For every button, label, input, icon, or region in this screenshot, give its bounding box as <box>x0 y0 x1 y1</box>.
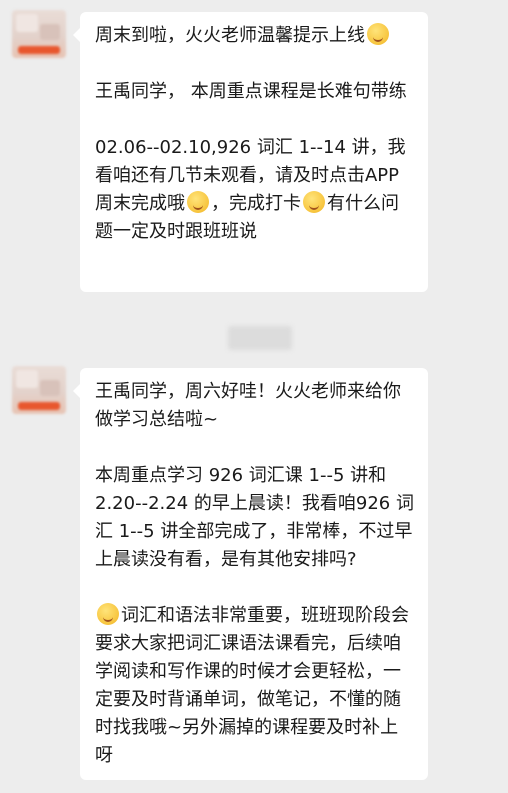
message-text: ，完成打卡 <box>211 193 301 214</box>
message-bubble[interactable]: 王禹同学，周六好哇！火火老师来给你做学习总结啦~ 本周重点学习 926 词汇课 1… <box>73 368 428 780</box>
message-paragraph: 王禹同学，周六好哇！火火老师来给你做学习总结啦~ <box>95 378 416 434</box>
message-text: 词汇和语法非常重要，班班现阶段会要求大家把词汇课语法课看完，后续咱学阅读和写作课… <box>95 605 409 766</box>
avatar[interactable] <box>12 10 66 58</box>
message-text: 周末到啦，火火老师温馨提示上线 <box>95 25 365 46</box>
message-paragraph: 王禹同学， 本周重点课程是长难句带练 <box>95 78 416 106</box>
message-bubble[interactable]: 周末到啦，火火老师温馨提示上线王禹同学， 本周重点课程是长难句带练 02.06--… <box>73 12 428 292</box>
chat-window: 周末到啦，火火老师温馨提示上线王禹同学， 本周重点课程是长难句带练 02.06--… <box>0 0 508 793</box>
message-text: 王禹同学， 本周重点课程是长难句带练 <box>95 81 407 102</box>
message-text: 王禹同学，周六好哇！火火老师来给你做学习总结啦~ <box>95 381 401 430</box>
timestamp <box>228 326 292 350</box>
hug-face-emoji <box>187 191 209 213</box>
wink-face-emoji <box>97 603 119 625</box>
message-paragraph: 本周重点学习 926 词汇课 1--5 讲和2.20--2.24 的早上晨读！我… <box>95 462 416 574</box>
message-text: 本周重点学习 926 词汇课 1--5 讲和2.20--2.24 的早上晨读！我… <box>95 465 414 570</box>
message-paragraph: 周末到啦，火火老师温馨提示上线 <box>95 22 416 50</box>
message-paragraph: 02.06--02.10,926 词汇 1--14 讲，我看咱还有几节未观看，请… <box>95 134 416 246</box>
avatar[interactable] <box>12 366 66 414</box>
smile-face-emoji <box>303 191 325 213</box>
message-paragraph: 词汇和语法非常重要，班班现阶段会要求大家把词汇课语法课看完，后续咱学阅读和写作课… <box>95 602 416 770</box>
ok-hand-face-emoji <box>367 23 389 45</box>
